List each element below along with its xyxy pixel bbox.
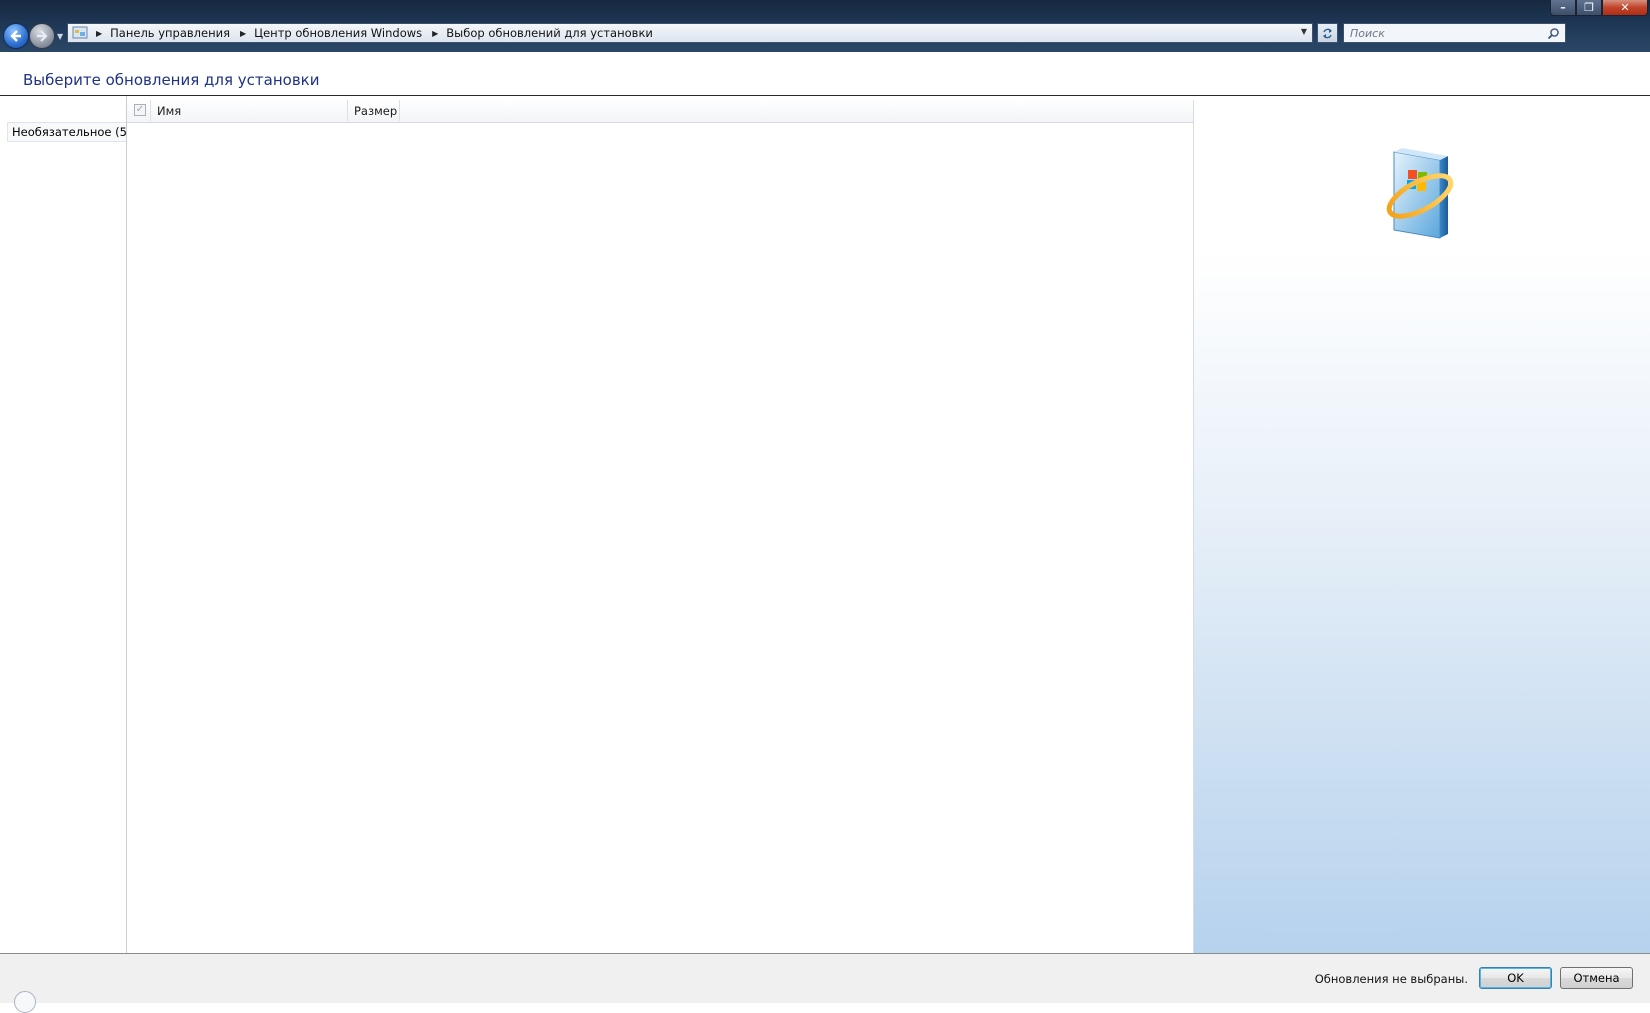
refresh-icon	[1323, 28, 1332, 38]
control-panel-icon	[72, 26, 88, 40]
cancel-button[interactable]: Отмена	[1560, 967, 1633, 989]
back-button[interactable]	[3, 23, 29, 49]
minimize-button[interactable]: –	[1550, 0, 1576, 16]
forward-arrow-icon	[37, 30, 48, 42]
close-button[interactable]: ✕	[1602, 0, 1648, 16]
select-all-checkbox[interactable]: ✓	[134, 104, 146, 116]
globe-icon	[14, 991, 36, 1013]
maximize-button[interactable]: ❐	[1576, 0, 1602, 16]
page-title: Выберите обновления для установки	[23, 71, 320, 89]
update-list: ✓ Имя Размер	[127, 100, 1194, 953]
breadcrumb-separator[interactable]: ▶	[96, 29, 102, 38]
navigation-bar: – ❐ ✕ ▼ ▶ Панель управления ▶ Центр обно	[0, 0, 1650, 52]
category-tab-optional[interactable]: Необязательное (5)	[7, 122, 131, 142]
close-icon: ✕	[1620, 1, 1630, 14]
column-header-name[interactable]: Имя	[157, 104, 181, 118]
search-icon	[1547, 28, 1559, 40]
list-header: ✓ Имя Размер	[127, 100, 1193, 123]
restore-icon: ❐	[1584, 1, 1594, 14]
search-box[interactable]	[1343, 23, 1566, 43]
column-divider[interactable]	[150, 100, 151, 121]
breadcrumb-separator[interactable]: ▶	[240, 29, 246, 38]
footer-bar: Обновления не выбраны. OK Отмена	[0, 953, 1650, 1013]
breadcrumb-windows-update[interactable]: Центр обновления Windows	[254, 26, 422, 40]
breadcrumb-select-updates[interactable]: Выбор обновлений для установки	[446, 26, 653, 40]
recent-pages-dropdown[interactable]: ▼	[57, 32, 63, 41]
column-header-size[interactable]: Размер	[354, 104, 397, 118]
column-divider[interactable]	[399, 100, 400, 121]
forward-button[interactable]	[29, 23, 55, 49]
windows-update-logo-icon	[1386, 148, 1454, 239]
category-pane: Необязательное (5)	[0, 96, 131, 953]
address-history-dropdown[interactable]: ▼	[1301, 27, 1307, 36]
search-input[interactable]	[1344, 25, 1542, 41]
breadcrumb-control-panel[interactable]: Панель управления	[110, 26, 230, 40]
window-controls: – ❐ ✕	[1550, 0, 1648, 16]
minimize-icon: –	[1560, 1, 1566, 14]
refresh-button[interactable]	[1317, 23, 1338, 43]
breadcrumb-separator[interactable]: ▶	[432, 29, 438, 38]
details-pane	[1194, 96, 1650, 953]
selection-status: Обновления не выбраны.	[1314, 972, 1468, 986]
column-divider[interactable]	[347, 100, 348, 121]
back-arrow-icon	[10, 30, 21, 42]
ok-button[interactable]: OK	[1479, 967, 1552, 989]
address-bar[interactable]: ▶ Панель управления ▶ Центр обновления W…	[67, 23, 1313, 43]
